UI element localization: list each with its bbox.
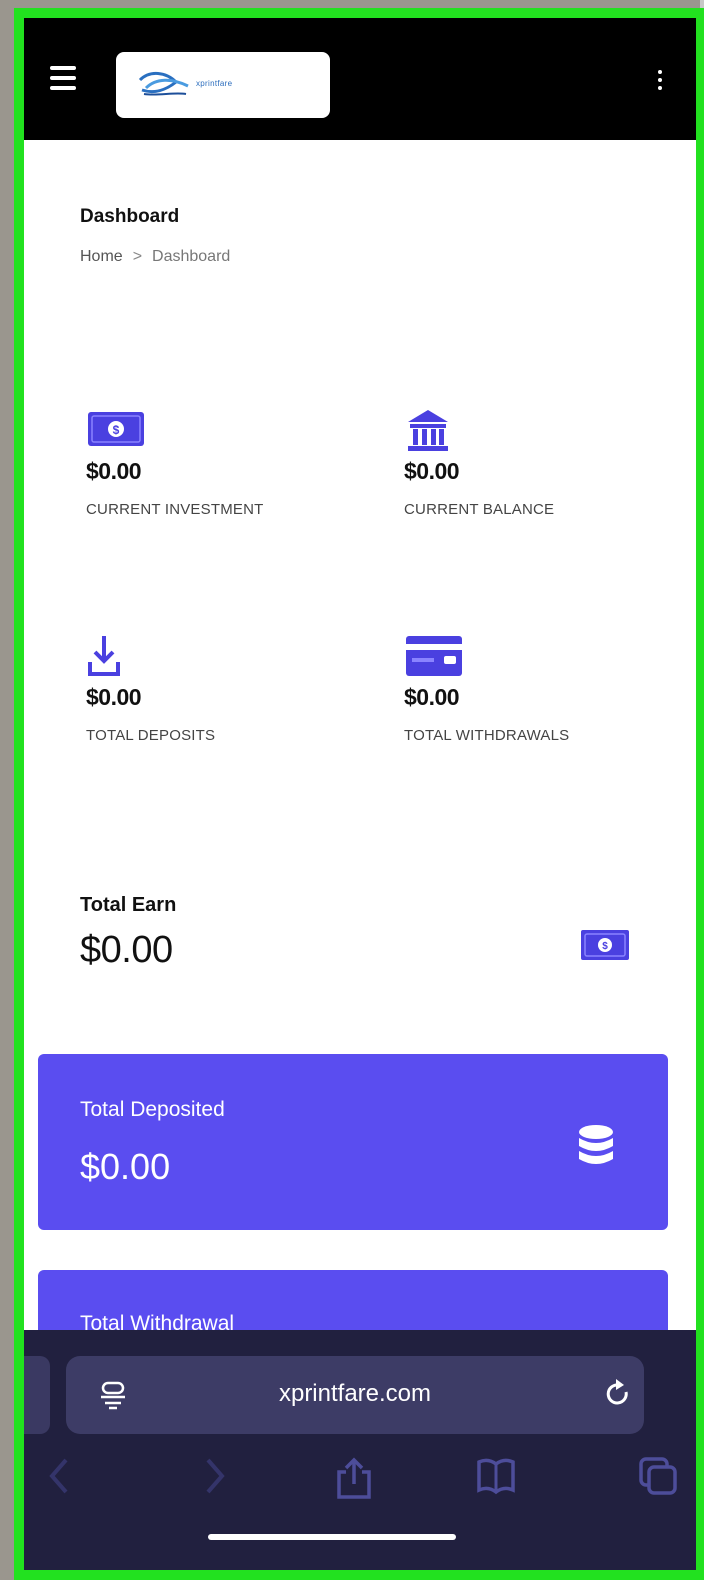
stat-label: CURRENT INVESTMENT (86, 501, 264, 518)
total-deposited-card[interactable]: Total Deposited $0.00 (38, 1054, 668, 1230)
download-icon (86, 634, 146, 678)
money-icon: $ (580, 928, 630, 967)
logo[interactable]: xprintfare (116, 52, 330, 118)
top-navbar: xprintfare (24, 18, 696, 140)
database-icon (576, 1124, 616, 1175)
breadcrumb-current: Dashboard (152, 248, 231, 265)
svg-text:$: $ (113, 423, 120, 437)
total-earn-panel: Total Earn $0.00 $ (80, 894, 640, 994)
tabs-icon[interactable] (638, 1456, 678, 1501)
credit-card-icon (404, 634, 464, 678)
forward-icon[interactable] (200, 1456, 230, 1501)
svg-text:$: $ (602, 941, 608, 952)
logo-text: xprintfare (196, 79, 233, 88)
breadcrumb: Home > Dashboard (80, 248, 230, 266)
breadcrumb-separator: > (132, 248, 143, 265)
money-icon: $ (86, 408, 146, 452)
hamburger-icon[interactable] (50, 66, 76, 94)
stat-label: TOTAL DEPOSITS (86, 727, 216, 744)
card-value: $0.00 (80, 1146, 171, 1187)
bank-icon (404, 408, 464, 452)
stat-value: $0.00 (86, 684, 142, 710)
stat-total-withdrawals: $0.00 TOTAL WITHDRAWALS (404, 634, 674, 744)
page-title: Dashboard (80, 206, 180, 227)
share-icon[interactable] (334, 1456, 374, 1505)
back-icon[interactable] (44, 1456, 74, 1501)
stat-value: $0.00 (404, 684, 460, 710)
kebab-icon[interactable] (654, 70, 666, 94)
total-earn-value: $0.00 (80, 929, 173, 971)
stat-value: $0.00 (86, 458, 142, 484)
home-indicator[interactable] (208, 1534, 456, 1540)
total-earn-label: Total Earn (80, 894, 177, 916)
stat-label: CURRENT BALANCE (404, 501, 555, 518)
stat-label: TOTAL WITHDRAWALS (404, 727, 570, 744)
reload-icon[interactable] (604, 1378, 632, 1415)
stat-current-investment: $ $0.00 CURRENT INVESTMENT (86, 408, 356, 518)
previous-tab-edge[interactable] (24, 1356, 50, 1434)
address-bar[interactable]: xprintfare.com (66, 1356, 644, 1434)
stat-current-balance: $0.00 CURRENT BALANCE (404, 408, 674, 518)
logo-mark-icon (138, 72, 189, 96)
phone-screen: xprintfare Dashboard Home > Dashboard $ $0… (14, 8, 704, 1580)
bookmarks-icon[interactable] (476, 1456, 516, 1501)
url-text: xprintfare.com (278, 1380, 432, 1407)
card-label: Total Deposited (80, 1098, 225, 1121)
stat-value: $0.00 (404, 458, 460, 484)
breadcrumb-home[interactable]: Home (80, 248, 123, 265)
stat-total-deposits: $0.00 TOTAL DEPOSITS (86, 634, 356, 744)
